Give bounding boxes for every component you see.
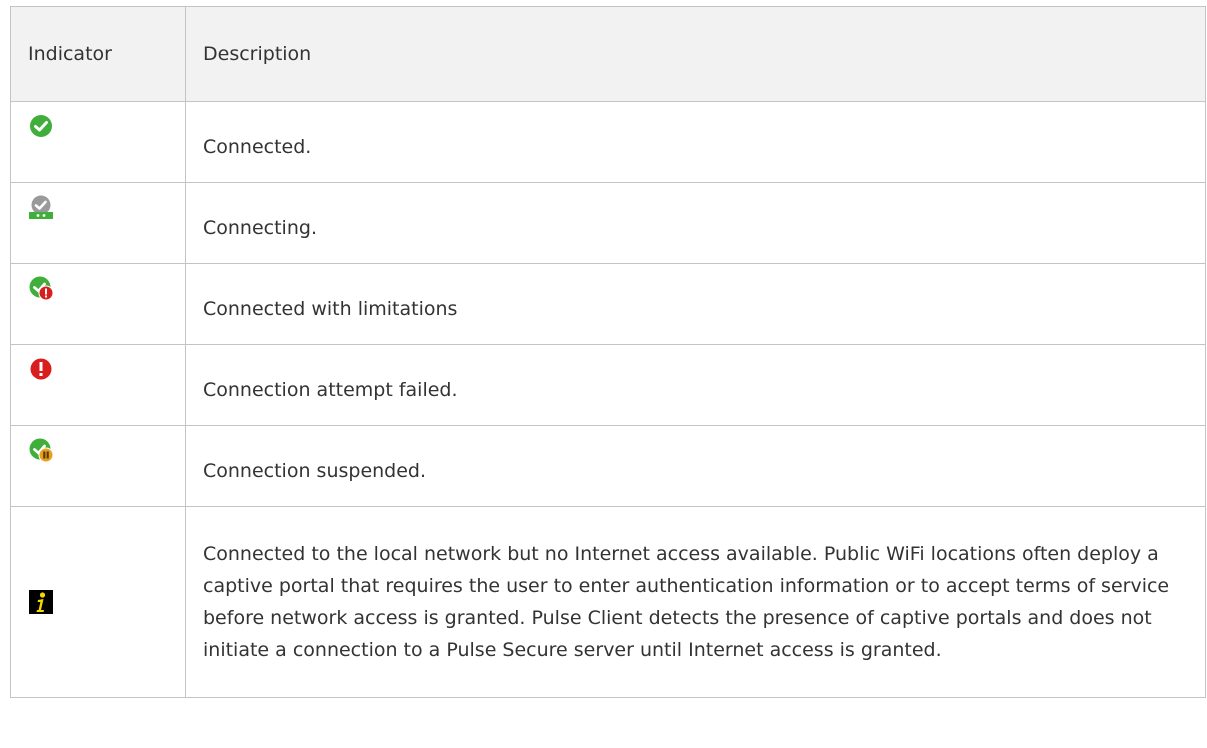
description-cell: Connected with limitations (185, 263, 1206, 345)
table-row: Connection suspended. (10, 425, 1206, 507)
connected-limited-icon (29, 276, 53, 300)
table-row: Connected to the local network but no In… (10, 506, 1206, 698)
description-cell: Connecting. (185, 182, 1206, 264)
description-cell: Connection suspended. (185, 425, 1206, 507)
connecting-icon (29, 195, 53, 219)
status-indicator-table: Indicator Description Connected. Connect… (10, 6, 1206, 698)
description-column-header: Description (185, 6, 1206, 102)
indicator-cell (10, 263, 186, 345)
indicator-cell (10, 425, 186, 507)
table-row: Connected with limitations (10, 263, 1206, 345)
indicator-cell (10, 101, 186, 183)
description-cell: Connected to the local network but no In… (185, 506, 1206, 698)
description-cell: Connected. (185, 101, 1206, 183)
indicator-cell (10, 344, 186, 426)
suspended-icon (29, 438, 53, 462)
failed-icon (30, 358, 52, 380)
table-row: Connected. (10, 101, 1206, 183)
indicator-column-header: Indicator (10, 6, 186, 102)
info-icon (29, 590, 53, 614)
table-row: Connection attempt failed. (10, 344, 1206, 426)
table-header-row: Indicator Description (10, 6, 1206, 102)
connected-check-icon (30, 115, 52, 137)
table-row: Connecting. (10, 182, 1206, 264)
description-cell: Connection attempt failed. (185, 344, 1206, 426)
indicator-cell (10, 506, 186, 698)
indicator-cell (10, 182, 186, 264)
